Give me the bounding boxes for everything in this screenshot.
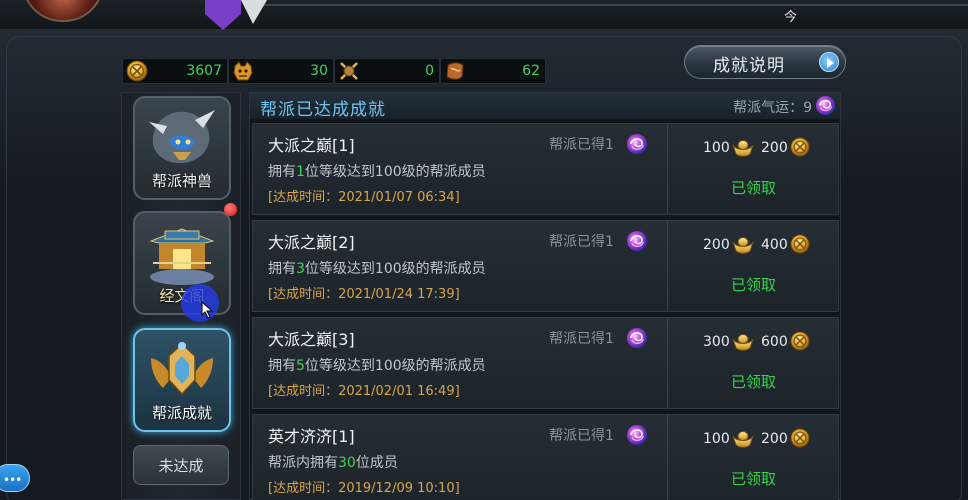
reward-ingot-amount: 100: [703, 140, 730, 156]
achievement-name: 大派之巅[3]: [268, 330, 355, 349]
desc-count: 3: [296, 261, 305, 277]
achievement-help-button[interactable]: 成就说明: [684, 45, 846, 79]
claimed-status: 已领取: [731, 276, 777, 294]
guild-gained-label: 帮派已得1: [549, 331, 614, 347]
gold-coin-icon: [790, 428, 810, 448]
chat-dots-icon: •••: [3, 473, 22, 487]
achievement-description: 拥有5位等级达到100级的帮派成员: [268, 355, 486, 375]
desc-prefix: 帮派内拥有: [268, 455, 338, 471]
gold-coin-icon: [790, 234, 810, 254]
achievement-description: 拥有3位等级达到100级的帮派成员: [268, 258, 486, 278]
guild-gained-label: 帮派已得1: [549, 234, 614, 250]
claimed-status: 已领取: [731, 373, 777, 391]
row-divider: [667, 318, 668, 408]
list-title: 帮派已达成成就: [260, 100, 386, 120]
desc-suffix: 位等级达到100级的帮派成员: [304, 164, 486, 180]
reward-ingot-amount: 200: [703, 237, 730, 253]
gold-ingot-icon: [732, 137, 754, 157]
claimed-status: 已领取: [731, 179, 777, 197]
desc-prefix: 拥有: [268, 358, 296, 374]
desc-count: 30: [338, 455, 356, 471]
top-divider: [245, 4, 968, 6]
side-tab-label: 帮派成就: [151, 404, 212, 422]
reward-ingot-amount: 300: [703, 334, 730, 350]
help-button-label: 成就说明: [713, 56, 785, 76]
gold-coin-icon: [790, 137, 810, 157]
guild-morale-label: 帮派气运：9: [733, 100, 812, 116]
achievement-row[interactable]: 大派之巅[2] 拥有3位等级达到100级的帮派成员 [达成时间：2021/01/…: [252, 220, 839, 312]
row-divider: [667, 124, 668, 214]
desc-suffix: 位等级达到100级的帮派成员: [304, 358, 486, 374]
side-tab-guild-achievement[interactable]: 帮派成就: [133, 328, 231, 432]
reward-coin-amount: 200: [761, 140, 788, 156]
currency-beast: 30: [228, 58, 334, 84]
achievement-list-panel: 帮派已达成成就 帮派气运：9 大派之巅[1] 拥有1位等级达到100级的帮派成员…: [249, 92, 841, 500]
achieved-time: [达成时间：2021/01/07 06:34]: [268, 190, 460, 205]
reward-coin-amount: 200: [761, 431, 788, 447]
gold-ingot-icon: [732, 234, 754, 254]
swirl-orb-icon: [815, 95, 836, 116]
achievement-name: 英才济济[1]: [268, 427, 355, 446]
gold-coin-icon: [790, 331, 810, 351]
reward-coin-amount: 600: [761, 334, 788, 350]
swirl-orb-icon: [626, 230, 648, 252]
reward-coin-amount: 400: [761, 237, 788, 253]
swirl-orb-icon: [626, 133, 648, 155]
scripture-pavilion-icon: [149, 228, 215, 285]
desc-count: 5: [296, 358, 305, 374]
cursor-pointer-icon: [201, 301, 214, 319]
achievement-description: 帮派内拥有30位成员: [268, 452, 398, 472]
desc-count: 1: [296, 164, 305, 180]
desc-suffix: 位等级达到100级的帮派成员: [304, 261, 486, 277]
currency-value: 30: [310, 63, 328, 79]
guild-gained-label: 帮派已得1: [549, 137, 614, 153]
notification-dot: [224, 203, 237, 216]
scroll-token-icon: [446, 62, 464, 80]
gold-ingot-icon: [732, 428, 754, 448]
achieved-time: [达成时间：2021/02/01 16:49]: [268, 384, 460, 399]
desc-prefix: 拥有: [268, 261, 296, 277]
guild-achievement-emblem-icon: [151, 342, 213, 396]
achievement-row[interactable]: 大派之巅[1] 拥有1位等级达到100级的帮派成员 [达成时间：2021/01/…: [252, 123, 839, 215]
achievement-description: 拥有1位等级达到100级的帮派成员: [268, 161, 486, 181]
player-avatar[interactable]: [22, 0, 104, 22]
achievement-name: 大派之巅[2]: [268, 233, 355, 252]
unfinished-achievements-button[interactable]: 未达成: [133, 445, 229, 485]
reward-ingot-amount: 100: [703, 431, 730, 447]
top-bar: 今: [0, 0, 968, 30]
gold-ingot-icon: [732, 331, 754, 351]
unfinished-button-label: 未达成: [158, 457, 204, 475]
top-status-text: 今: [784, 10, 798, 25]
play-arrow-icon: [819, 52, 839, 72]
achievement-row[interactable]: 英才济济[1] 帮派内拥有30位成员 [达成时间：2019/12/09 10:1…: [252, 414, 839, 500]
currency-gold: 3607: [122, 58, 228, 84]
currency-honor: 0: [334, 58, 440, 84]
beast-head-icon: [233, 61, 253, 81]
row-divider: [667, 221, 668, 311]
list-header: 帮派已达成成就 帮派气运：9: [250, 93, 840, 120]
achieved-time: [达成时间：2021/01/24 17:39]: [268, 287, 460, 302]
guild-beast-icon: [149, 110, 215, 164]
currency-value: 3607: [186, 63, 222, 79]
achieved-time: [达成时间：2019/12/09 10:10]: [268, 481, 460, 496]
guild-gained-label: 帮派已得1: [549, 428, 614, 444]
row-divider: [667, 415, 668, 500]
side-tab-label: 帮派神兽: [151, 172, 212, 190]
claimed-status: 已领取: [731, 470, 777, 488]
crossed-swords-badge-icon: [340, 62, 358, 80]
swirl-orb-icon: [626, 424, 648, 446]
side-tab-guild-beast[interactable]: 帮派神兽: [133, 96, 231, 200]
desc-prefix: 拥有: [268, 164, 296, 180]
achievement-name: 大派之巅[1]: [268, 136, 355, 155]
guild-banner-icon: [205, 0, 267, 30]
currency-scroll: 62: [440, 58, 546, 84]
currency-value: 0: [425, 63, 434, 79]
chat-button[interactable]: •••: [0, 464, 30, 492]
swirl-orb-icon: [626, 327, 648, 349]
achievement-row[interactable]: 大派之巅[3] 拥有5位等级达到100级的帮派成员 [达成时间：2021/02/…: [252, 317, 839, 409]
gold-coin-icon: [126, 60, 148, 82]
currency-value: 62: [522, 63, 540, 79]
desc-suffix: 位成员: [355, 455, 398, 471]
